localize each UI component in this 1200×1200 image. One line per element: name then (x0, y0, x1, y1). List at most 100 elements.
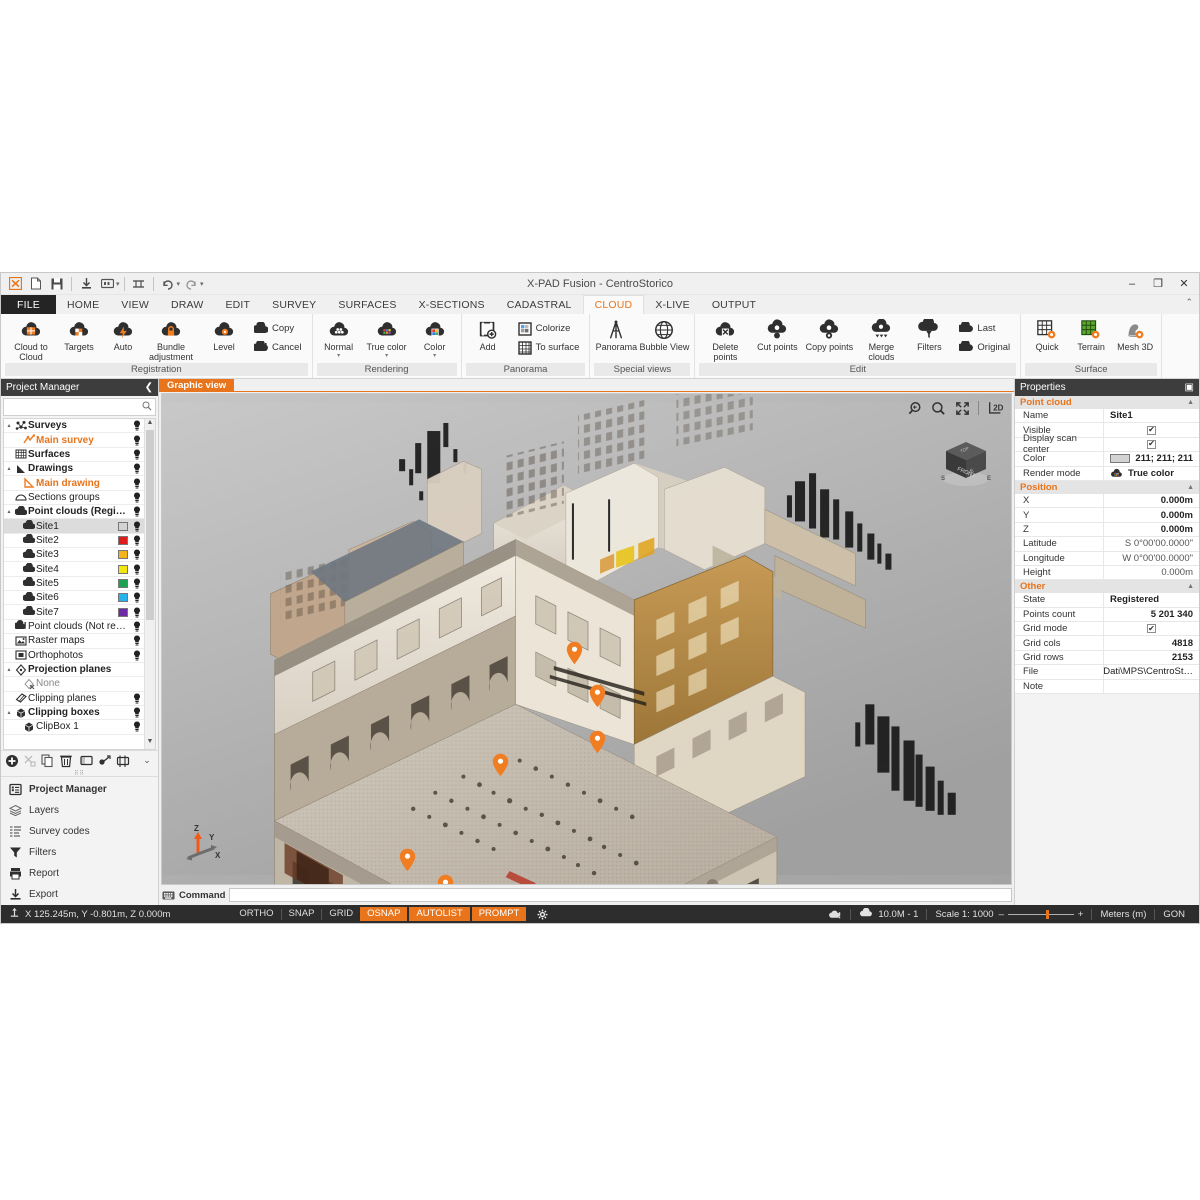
more-button[interactable]: ⌄ (139, 753, 155, 769)
tree-expander[interactable]: ▴ (4, 709, 14, 716)
zoom-window-icon[interactable] (930, 400, 946, 416)
ribbon-tab-draw[interactable]: DRAW (160, 295, 215, 314)
tab-graphic-view[interactable]: Graphic view (159, 379, 234, 392)
checkbox[interactable]: ✔ (1147, 440, 1156, 449)
visibility-bulb-icon[interactable] (131, 564, 142, 575)
view-2d-icon[interactable]: 2D (987, 400, 1003, 416)
ribbon-button-last[interactable]: Last (956, 319, 1016, 338)
visibility-bulb-icon[interactable] (131, 607, 142, 618)
visibility-bulb-icon[interactable] (131, 592, 142, 603)
color-swatch[interactable] (118, 579, 128, 588)
property-value[interactable]: 0.000m (1103, 523, 1199, 536)
ribbon-button-copy[interactable]: Copy (251, 319, 308, 338)
ribbon-tab-cadastral[interactable]: CADASTRAL (496, 295, 583, 314)
ribbon-button-to-surface[interactable]: To surface (515, 338, 586, 357)
tree-item-site5[interactable]: Site5 (4, 577, 144, 591)
ribbon-tab-output[interactable]: OUTPUT (701, 295, 767, 314)
scan-position-pin[interactable] (399, 848, 416, 872)
nav-item-layers[interactable]: Layers (1, 800, 158, 821)
tree-item-surveys[interactable]: ▴Surveys (4, 419, 144, 433)
tree-item-main-drawing[interactable]: Main drawing (4, 476, 144, 490)
ribbon-button-add[interactable]: Add (466, 316, 510, 353)
undo-chevron-icon[interactable]: ▾ (177, 280, 181, 288)
scroll-down-icon[interactable]: ▼ (145, 738, 155, 749)
cut-item-button[interactable] (22, 753, 38, 769)
property-value[interactable]: 211; 211; 211 (1103, 452, 1199, 465)
nav-item-report[interactable]: Report (1, 863, 158, 884)
project-tree[interactable]: ▴SurveysMain surveySurfaces▴DrawingsMain… (3, 418, 156, 750)
property-value[interactable]: Site1 (1103, 409, 1199, 422)
properties-section-point-cloud[interactable]: Point cloud▲ (1015, 396, 1199, 409)
tree-expander[interactable]: ▴ (4, 465, 14, 472)
visibility-bulb-icon[interactable] (131, 535, 142, 546)
close-button[interactable]: ✕ (1171, 274, 1197, 294)
tree-item-none[interactable]: None (4, 677, 144, 691)
status-toggle-prompt[interactable]: PROMPT (472, 907, 527, 921)
ribbon-tab-x-sections[interactable]: X-SECTIONS (408, 295, 496, 314)
property-value[interactable]: 0.000m (1103, 508, 1199, 521)
property-value[interactable]: W 0°00'00.0000" (1103, 552, 1199, 565)
ribbon-button-quick[interactable]: Quick (1025, 316, 1069, 353)
ribbon-tab-edit[interactable]: EDIT (214, 295, 261, 314)
property-value[interactable]: S 0°00'00.0000" (1103, 537, 1199, 550)
visibility-bulb-icon[interactable] (131, 492, 142, 503)
color-swatch[interactable] (1110, 454, 1130, 463)
visibility-bulb-icon[interactable] (131, 578, 142, 589)
view-cube[interactable]: FRONT E TOP S E (937, 436, 995, 488)
tree-item-orthophotos[interactable]: Orthophotos (4, 649, 144, 663)
color-swatch[interactable] (118, 565, 128, 574)
maximize-button[interactable]: ❐ (1145, 274, 1171, 294)
visibility-bulb-icon[interactable] (131, 521, 142, 532)
visibility-bulb-icon[interactable] (131, 549, 142, 560)
ribbon-button-copy-points[interactable]: Copy points (803, 316, 855, 353)
tree-item-raster-maps[interactable]: Raster maps (4, 634, 144, 648)
ribbon-button-bundle-adjustment[interactable]: Bundle adjustment (145, 316, 197, 362)
properties-section-other[interactable]: Other▲ (1015, 580, 1199, 593)
ribbon-tab-surfaces[interactable]: SURFACES (327, 295, 407, 314)
property-value[interactable]: ✔ (1103, 622, 1199, 635)
delete-item-button[interactable] (58, 753, 74, 769)
tree-item-main-survey[interactable]: Main survey (4, 433, 144, 447)
scale-slider-thumb[interactable] (1046, 910, 1049, 919)
scan-position-pin[interactable] (589, 684, 606, 708)
zoom-extents-icon[interactable] (954, 400, 970, 416)
tree-expander[interactable]: ▴ (4, 508, 14, 515)
chevron-down-icon[interactable]: ▾ (337, 353, 340, 359)
ribbon-button-colorize[interactable]: Colorize (515, 319, 586, 338)
angle-units-label[interactable]: GON (1155, 909, 1193, 920)
tree-item-point-clouds-not-regis[interactable]: Point clouds (Not regis… (4, 620, 144, 634)
ribbon-button-filters[interactable]: Filters (907, 316, 951, 353)
ribbon-button-cut-points[interactable]: Cut points (751, 316, 803, 353)
scale-plus-button[interactable]: + (1078, 909, 1084, 920)
property-value[interactable] (1103, 680, 1199, 693)
scan-position-pin[interactable] (492, 753, 509, 777)
color-swatch[interactable] (118, 522, 128, 531)
color-swatch[interactable] (118, 536, 128, 545)
gear-icon[interactable] (536, 908, 548, 920)
ribbon-button-mesh-3d[interactable]: Mesh 3D (1113, 316, 1157, 353)
tree-item-site3[interactable]: Site3 (4, 548, 144, 562)
ribbon-button-delete-points[interactable]: Delete points (699, 316, 751, 362)
property-value[interactable]: 5 201 340 (1103, 608, 1199, 621)
status-toggle-snap[interactable]: SNAP (282, 907, 322, 921)
tree-item-clipping-planes[interactable]: Clipping planes (4, 692, 144, 706)
ribbon-button-cloud-to-cloud[interactable]: Cloud to Cloud (5, 316, 57, 362)
scrollbar-thumb[interactable] (146, 430, 154, 620)
tree-item-clipping-boxes[interactable]: ▴Clipping boxes (4, 706, 144, 720)
chevron-down-icon[interactable]: ▾ (433, 353, 436, 359)
new-view-button[interactable] (79, 753, 95, 769)
status-toggle-osnap[interactable]: OSNAP (360, 907, 407, 921)
graphic-viewport[interactable]: 2D FRONT E TOP S E (161, 393, 1012, 885)
visibility-bulb-icon[interactable] (131, 449, 142, 460)
save-icon[interactable] (47, 275, 67, 293)
status-toggle-ortho[interactable]: ORTHO (232, 907, 280, 921)
tree-expander[interactable]: ▴ (4, 422, 14, 429)
ribbon-tab-x-live[interactable]: X-LIVE (644, 295, 700, 314)
scale-slider-track[interactable] (1008, 914, 1074, 915)
ribbon-button-color[interactable]: Color▾ (413, 316, 457, 359)
ribbon-button-auto[interactable]: Auto (101, 316, 145, 353)
app-logo-icon[interactable] (5, 275, 25, 293)
visibility-bulb-icon[interactable] (131, 621, 142, 632)
visibility-bulb-icon[interactable] (131, 707, 142, 718)
measure-icon[interactable] (129, 275, 149, 293)
